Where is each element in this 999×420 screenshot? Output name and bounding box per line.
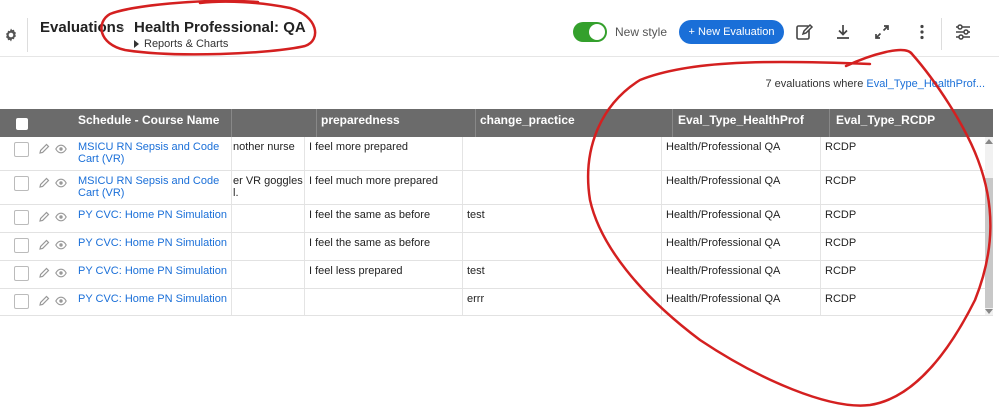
columns-annotation-loop: [586, 48, 992, 407]
title-annotation-ellipse: [100, 0, 317, 56]
annotation-overlay: [100, 0, 992, 407]
